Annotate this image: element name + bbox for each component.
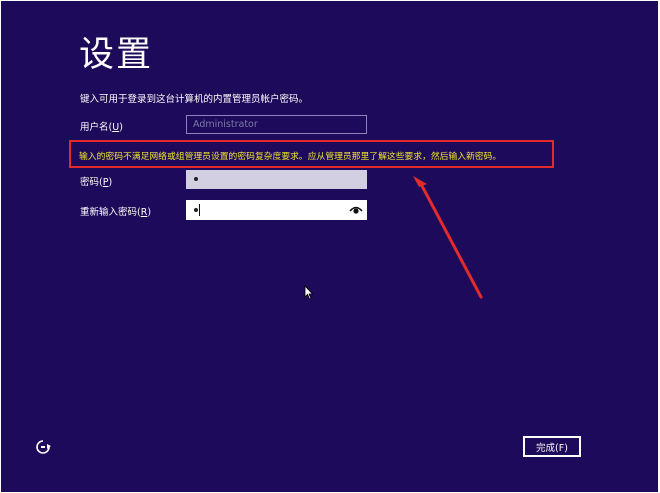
- ease-of-access-icon[interactable]: [34, 438, 52, 456]
- annotation-arrow: [413, 176, 483, 299]
- finish-button[interactable]: 完成(F): [523, 436, 581, 457]
- mouse-cursor-icon: [304, 285, 314, 300]
- setup-screen: 设置 键入可用于登录到这台计算机的内置管理员帐户密码。 用户名(U) Admin…: [1, 1, 658, 492]
